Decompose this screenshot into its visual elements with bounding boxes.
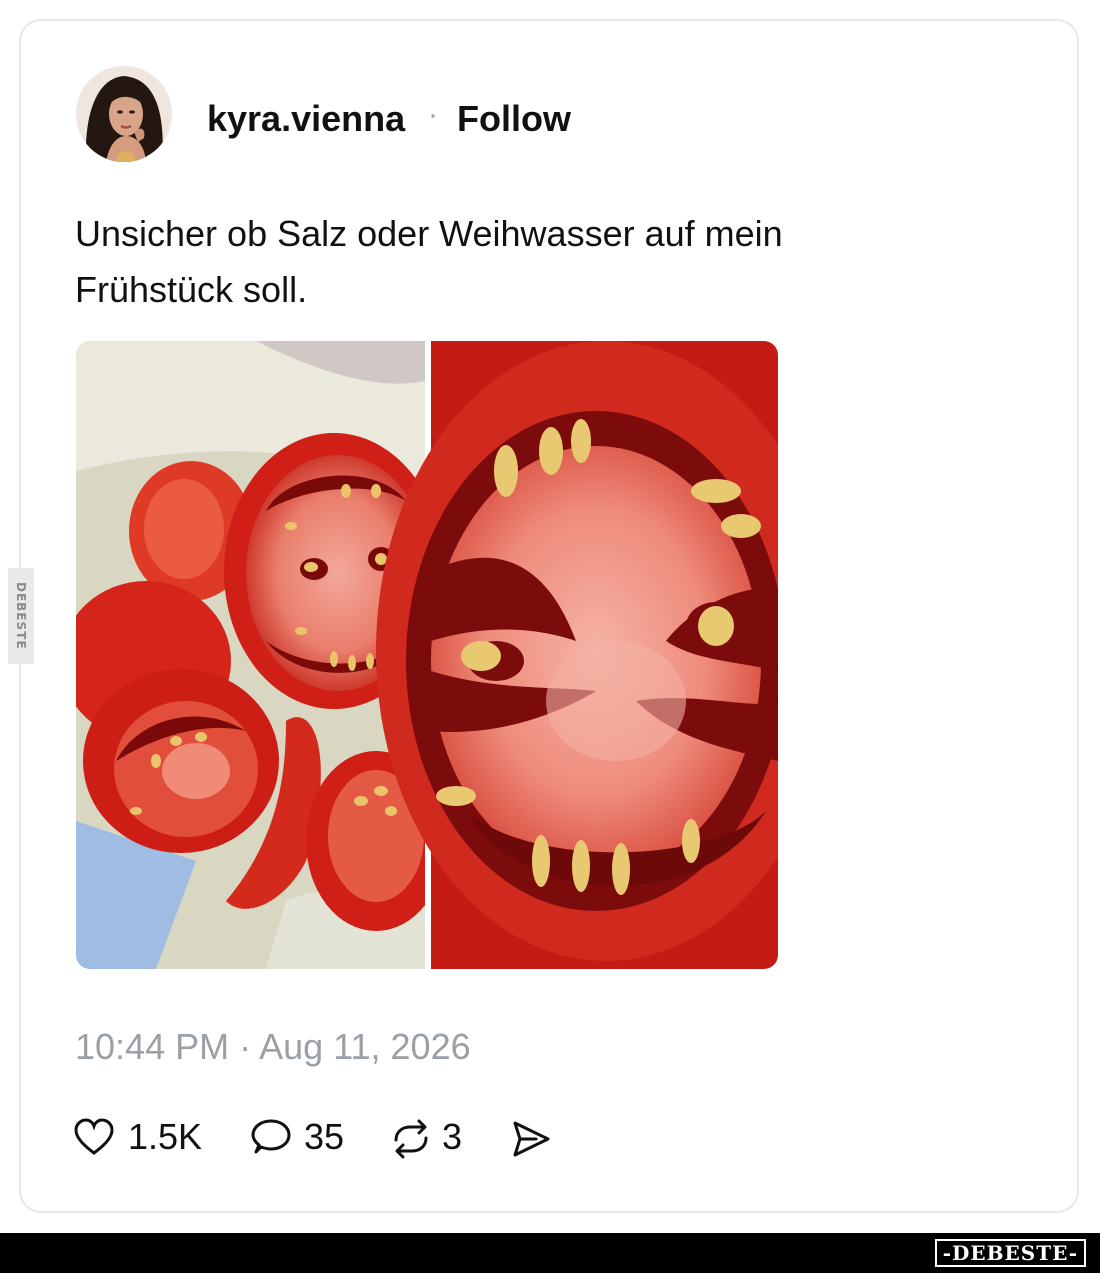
- avatar-photo: [76, 66, 172, 162]
- like-count: 1.5K: [128, 1116, 203, 1157]
- reply-count: 35: [304, 1116, 345, 1157]
- post-text: Unsicher ob Salz oder Weihwasser auf mei…: [75, 213, 783, 310]
- reply-button[interactable]: 35: [250, 1112, 360, 1162]
- brand-logo: -DEBESTE-: [934, 1239, 1086, 1267]
- watermark-side-tag: DEBESTE: [8, 568, 34, 664]
- right-photo: [376, 341, 778, 969]
- footer-bar: -DEBESTE-: [0, 1233, 1100, 1273]
- repost-icon: [394, 1119, 428, 1159]
- repost-button[interactable]: 3: [390, 1112, 490, 1162]
- speech-bubble-icon: [251, 1119, 291, 1154]
- post-media[interactable]: [76, 341, 778, 969]
- tomato-collage-image: [76, 341, 778, 969]
- post-timestamp: 10:44 PM · Aug 11, 2026: [75, 1026, 471, 1067]
- like-button[interactable]: 1.5K: [74, 1112, 214, 1162]
- avatar[interactable]: [76, 66, 172, 162]
- username-link[interactable]: kyra.vienna: [207, 98, 405, 140]
- separator-dot: ·: [428, 98, 438, 131]
- share-button[interactable]: [510, 1112, 558, 1162]
- send-icon: [513, 1121, 550, 1157]
- heart-icon: [74, 1118, 114, 1155]
- follow-button[interactable]: Follow: [457, 98, 571, 140]
- repost-count: 3: [442, 1116, 463, 1157]
